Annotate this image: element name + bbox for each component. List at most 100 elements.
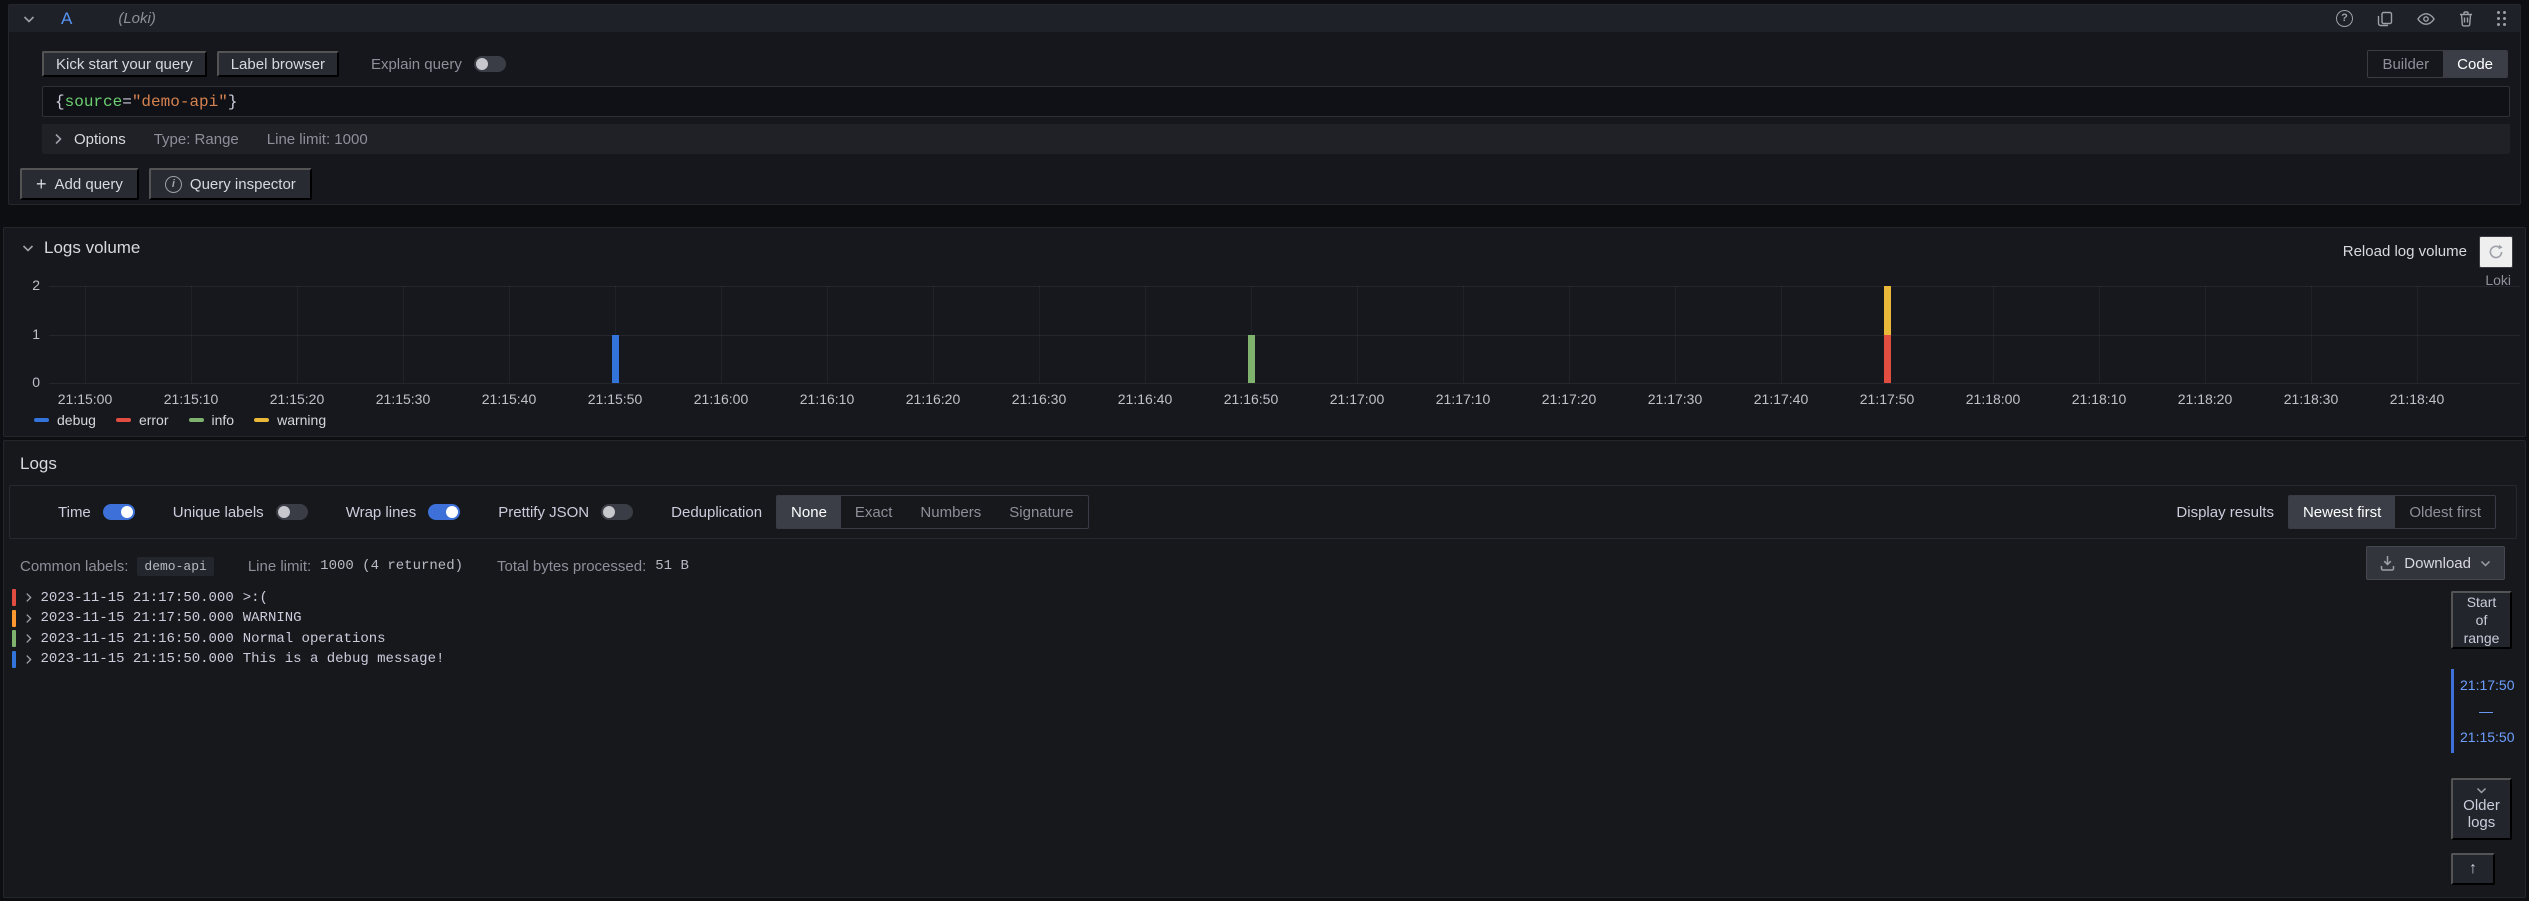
grafana-explore-page: { "colors": { "accent_blue": "#3d71d9", … xyxy=(0,0,2529,901)
time-control: Time xyxy=(58,504,135,521)
log-row[interactable]: 2023-11-15 21:17:50.000 >:( xyxy=(12,588,2435,607)
add-query-button[interactable]: + Add query xyxy=(20,168,139,200)
log-message: WARNING xyxy=(243,610,302,626)
refresh-icon xyxy=(2488,244,2504,260)
dedup-option-none[interactable]: None xyxy=(777,496,841,528)
wrap-lines-control: Wrap lines xyxy=(346,504,461,521)
bar-segment-error xyxy=(1884,335,1891,384)
options-type: Type: Range xyxy=(154,131,239,148)
query-inspector-button[interactable]: i Query inspector xyxy=(149,168,312,200)
prettify-json-toggle[interactable] xyxy=(601,504,633,520)
newest-first-option[interactable]: Newest first xyxy=(2289,496,2395,528)
time-toggle[interactable] xyxy=(103,504,135,520)
log-timestamp: 2023-11-15 21:17:50.000 xyxy=(41,590,234,606)
query-label-token: source xyxy=(65,93,123,111)
toggle-visibility-eye-icon[interactable] xyxy=(2417,12,2435,26)
y-tick-label: 1 xyxy=(14,326,40,342)
x-tick-label: 21:15:00 xyxy=(35,391,135,407)
collapse-chevron-icon[interactable] xyxy=(23,15,35,23)
y-tick-label: 0 xyxy=(14,374,40,390)
bytes-processed-label: Total bytes processed: xyxy=(497,558,646,575)
unique-labels-toggle-label: Unique labels xyxy=(173,504,264,521)
label-browser-button[interactable]: Label browser xyxy=(217,51,339,77)
x-tick-label: 21:15:30 xyxy=(353,391,453,407)
query-operator-token: = xyxy=(122,93,132,111)
logs-volume-panel: Logs volume Reload log volume Loki 012 2… xyxy=(3,227,2526,437)
y-axis-tick-labels: 012 xyxy=(14,286,40,383)
v-gridline xyxy=(2311,286,2312,383)
reload-log-volume-label[interactable]: Reload log volume xyxy=(2343,243,2467,260)
x-tick-label: 21:16:00 xyxy=(671,391,771,407)
common-labels-badge: demo-api xyxy=(137,557,213,576)
log-timestamp: 2023-11-15 21:15:50.000 xyxy=(41,651,234,667)
builder-mode-option[interactable]: Builder xyxy=(2368,51,2443,77)
log-expand-chevron-icon[interactable] xyxy=(25,654,32,665)
unique-labels-toggle[interactable] xyxy=(276,504,308,520)
older-logs-button[interactable]: Older logs xyxy=(2451,778,2512,840)
legend-item-info[interactable]: info xyxy=(189,412,235,428)
log-expand-chevron-icon[interactable] xyxy=(25,633,32,644)
log-message: >:( xyxy=(243,590,268,606)
log-expand-chevron-icon[interactable] xyxy=(25,592,32,603)
legend-item-warning[interactable]: warning xyxy=(254,412,326,428)
query-row-header[interactable]: A (Loki) ? xyxy=(9,5,2520,32)
query-ref-id[interactable]: A xyxy=(61,9,72,29)
scroll-to-top-button[interactable]: ↑ xyxy=(2451,853,2495,885)
query-options-row[interactable]: Options Type: Range Line limit: 1000 xyxy=(42,124,2510,154)
delete-query-trash-icon[interactable] xyxy=(2459,11,2473,27)
logs-volume-header[interactable]: Logs volume xyxy=(22,238,140,258)
line-limit-value: 1000 (4 returned) xyxy=(320,558,463,574)
code-mode-option[interactable]: Code xyxy=(2443,51,2507,77)
dedup-option-signature[interactable]: Signature xyxy=(995,496,1087,528)
log-row[interactable]: 2023-11-15 21:17:50.000 WARNING xyxy=(12,609,2435,628)
v-gridline xyxy=(191,286,192,383)
unique-labels-control: Unique labels xyxy=(173,504,308,521)
y-tick-label: 2 xyxy=(14,277,40,293)
info-circle-icon: i xyxy=(165,176,182,193)
dedup-option-numbers[interactable]: Numbers xyxy=(906,496,995,528)
range-separator: — xyxy=(2460,703,2512,719)
current-page-time-range[interactable]: 21:17:50 — 21:15:50 xyxy=(2451,669,2512,753)
logql-query-input[interactable]: {source="demo-api"} xyxy=(42,86,2510,117)
x-tick-label: 21:15:50 xyxy=(565,391,665,407)
wrap-lines-toggle-label: Wrap lines xyxy=(346,504,417,521)
x-tick-label: 21:16:40 xyxy=(1095,391,1195,407)
log-row[interactable]: 2023-11-15 21:16:50.000 Normal operation… xyxy=(12,629,2435,648)
line-limit-group: Line limit: 1000 (4 returned) xyxy=(248,558,463,575)
help-icon[interactable]: ? xyxy=(2336,10,2353,27)
options-line-limit: Line limit: 1000 xyxy=(267,131,368,148)
x-tick-label: 21:17:00 xyxy=(1307,391,1407,407)
dedup-option-exact[interactable]: Exact xyxy=(841,496,907,528)
prettify-json-toggle-label: Prettify JSON xyxy=(498,504,589,521)
v-gridline xyxy=(1039,286,1040,383)
reload-log-volume-button[interactable] xyxy=(2479,236,2513,268)
legend-swatch xyxy=(116,418,131,423)
explain-query-toggle[interactable] xyxy=(474,56,506,72)
x-tick-label: 21:15:20 xyxy=(247,391,347,407)
v-gridline xyxy=(85,286,86,383)
start-of-range-button[interactable]: Start of range xyxy=(2451,591,2512,649)
log-row[interactable]: 2023-11-15 21:15:50.000 This is a debug … xyxy=(12,650,2435,669)
wrap-lines-toggle[interactable] xyxy=(428,504,460,520)
v-gridline xyxy=(1357,286,1358,383)
x-tick-label: 21:16:20 xyxy=(883,391,983,407)
kick-start-query-button[interactable]: Kick start your query xyxy=(42,51,207,77)
x-tick-label: 21:17:50 xyxy=(1837,391,1937,407)
download-button[interactable]: Download xyxy=(2366,546,2505,580)
drag-handle-grip-icon[interactable] xyxy=(2497,11,2506,26)
oldest-first-option[interactable]: Oldest first xyxy=(2395,496,2495,528)
log-message: Normal operations xyxy=(243,631,386,647)
copy-query-icon[interactable] xyxy=(2377,11,2393,27)
h-gridline xyxy=(49,286,2520,287)
bytes-processed-value: 51 B xyxy=(655,558,689,574)
x-tick-label: 21:15:40 xyxy=(459,391,559,407)
x-tick-label: 21:17:40 xyxy=(1731,391,1831,407)
section-collapse-chevron-icon[interactable] xyxy=(22,244,34,252)
legend-item-error[interactable]: error xyxy=(116,412,169,428)
v-gridline xyxy=(1675,286,1676,383)
explain-query-label: Explain query xyxy=(371,56,462,73)
log-message: This is a debug message! xyxy=(243,651,445,667)
legend-item-debug[interactable]: debug xyxy=(34,412,96,428)
log-expand-chevron-icon[interactable] xyxy=(25,613,32,624)
x-tick-label: 21:18:00 xyxy=(1943,391,2043,407)
